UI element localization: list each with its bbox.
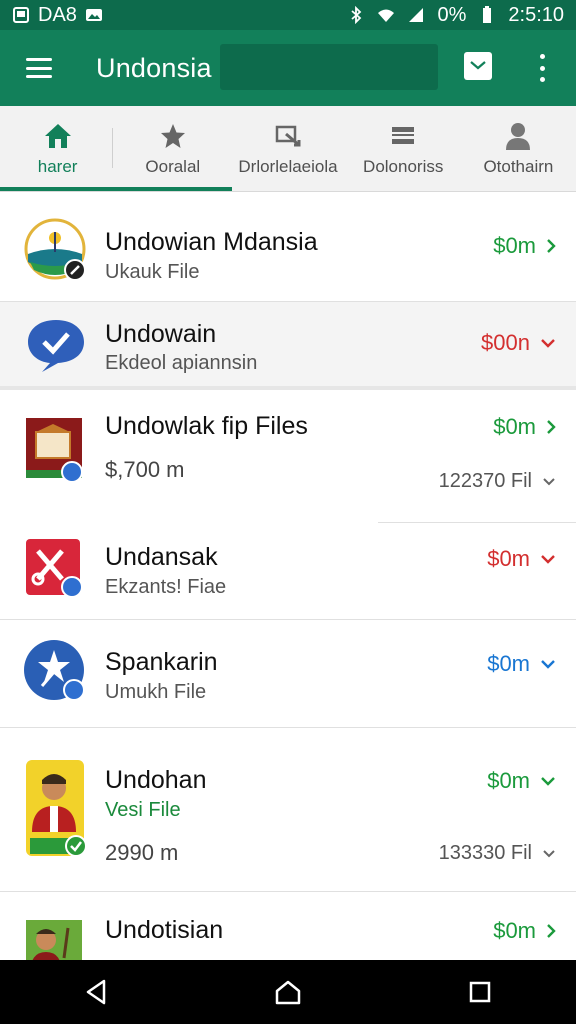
amount-value: $00n [481, 330, 530, 355]
back-button[interactable] [76, 972, 116, 1012]
item-subtitle: Ekdeol apiannsin [105, 352, 258, 374]
list-item[interactable]: Undohan Vesi File 2990 m $0m 133330 Fil [0, 728, 576, 892]
chat-icon [28, 320, 84, 372]
chevron-down-icon [541, 339, 555, 348]
scissors-icon [26, 539, 83, 598]
count-value: 133330 Fil [438, 842, 532, 864]
item-size: 2990 m [105, 840, 179, 865]
bluetooth-icon [351, 6, 362, 24]
star-icon [158, 121, 188, 151]
item-title: Undowlak fip Files [105, 412, 308, 440]
item-amount: $00n [481, 330, 556, 356]
tab-divider [112, 128, 113, 168]
active-tab-indicator [0, 187, 232, 191]
back-icon [86, 979, 106, 1005]
chevron-right-icon [547, 924, 556, 938]
battery-percent: 0% [437, 3, 467, 26]
file-list: Undowian Mdansia Ukauk File $0m Undowain… [0, 200, 576, 974]
tab-home[interactable]: harer [0, 106, 115, 191]
folder-icon [26, 418, 83, 482]
search-input[interactable] [220, 44, 438, 90]
list-item[interactable]: Undowain Ekdeol apiannsin $00n [0, 302, 576, 390]
item-amount: $0m [493, 414, 556, 440]
status-bar: DA8 0% 2:5:10 [0, 0, 576, 30]
tab-bar: harer Ooralal Drlorlelaeiola Dolonoriss … [0, 106, 576, 192]
tab-label: Otothairn [483, 156, 554, 176]
item-amount: $0m [487, 651, 556, 677]
more-options-icon[interactable] [536, 54, 548, 82]
tab-label: Drlorlelaeiola [238, 156, 338, 176]
tab-downloads[interactable]: Dolonoriss [346, 106, 461, 191]
chevron-down-icon [541, 660, 555, 669]
item-amount: $0m [487, 546, 556, 572]
chevron-down-icon [543, 478, 555, 486]
item-amount: $0m [493, 918, 556, 944]
app-bar: Undonsia [0, 30, 576, 106]
tab-favorites[interactable]: Ooralal [115, 106, 230, 191]
list-item[interactable]: Undowian Mdansia Ukauk File $0m [0, 200, 576, 302]
status-time: 2:5:10 [508, 3, 564, 26]
item-subtitle: Ekzants! Fiae [105, 576, 227, 598]
item-title: Undowian Mdansia [105, 228, 318, 256]
battery-icon [483, 6, 492, 23]
tool-icon [24, 640, 85, 701]
amount-value: $0m [493, 233, 536, 258]
person-icon [503, 121, 533, 151]
item-subtitle: Umukh File [105, 681, 207, 703]
tab-profile[interactable]: Otothairn [461, 106, 576, 191]
avatar [24, 218, 86, 280]
image-icon [85, 9, 102, 21]
list-item[interactable]: Undowlak fip Files $,700 m $0m 122370 Fi… [0, 390, 576, 522]
item-size: $,700 m [105, 457, 185, 482]
home-nav-icon [275, 980, 301, 1005]
chevron-down-icon [541, 777, 555, 786]
app-title: Undonsia [96, 52, 212, 83]
signal-icon [409, 8, 424, 22]
item-count: 122370 Fil [439, 470, 556, 493]
home-icon [43, 121, 73, 151]
item-amount: $0m [487, 768, 556, 794]
share-icon [273, 121, 303, 151]
list-item[interactable]: Undansak Ekzants! Fiae $0m [0, 523, 576, 620]
menu-icon[interactable] [26, 58, 52, 78]
item-title: Undansak [105, 543, 218, 571]
amount-value: $0m [487, 768, 530, 793]
item-title: Undowain [105, 320, 217, 348]
item-title: Spankarin [105, 648, 218, 676]
recents-button[interactable] [460, 972, 500, 1012]
amount-value: $0m [493, 918, 536, 943]
amount-value: $0m [487, 651, 530, 676]
item-title: Undotisian [105, 916, 224, 944]
amount-value: $0m [493, 414, 536, 439]
wifi-icon [378, 9, 395, 22]
portrait-icon [26, 760, 87, 857]
count-value: 122370 Fil [438, 470, 532, 492]
screenshot-icon [13, 7, 29, 23]
recents-icon [469, 981, 491, 1003]
list-item[interactable]: Spankarin Umukh File $0m [0, 620, 576, 728]
status-left-text: DA8 [38, 3, 77, 26]
tab-label: Ooralal [145, 156, 201, 176]
inbox-icon [470, 61, 486, 70]
tab-shared[interactable]: Drlorlelaeiola [230, 106, 345, 191]
home-button[interactable] [268, 972, 308, 1012]
chevron-right-icon [547, 239, 556, 253]
chevron-right-icon [547, 420, 556, 434]
system-nav-bar [0, 960, 576, 1024]
list-icon [388, 121, 418, 151]
item-amount: $0m [493, 233, 556, 259]
tab-label: harer [37, 156, 78, 176]
tab-label: Dolonoriss [363, 156, 444, 176]
item-title: Undohan [105, 766, 207, 794]
item-subtitle: Vesi File [105, 799, 181, 821]
inbox-button[interactable] [464, 52, 492, 80]
item-count: 133330 Fil [439, 842, 556, 865]
chevron-down-icon [543, 850, 555, 858]
chevron-down-icon [541, 555, 555, 564]
item-subtitle: Ukauk File [105, 261, 200, 283]
amount-value: $0m [487, 546, 530, 571]
